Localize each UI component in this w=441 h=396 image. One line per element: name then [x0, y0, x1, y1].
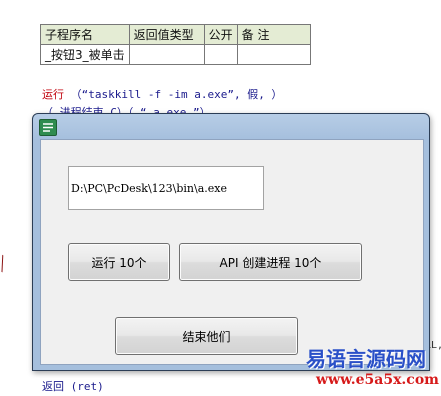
watermark-title: 易语言源码网: [306, 347, 426, 371]
code-args-run: （“taskkill -f -im a.exe”, 假, ）: [70, 88, 283, 101]
cell-note[interactable]: [236, 44, 311, 65]
path-input[interactable]: D:\PC\PcDesk\123\bin\a.exe: [68, 166, 264, 210]
col-header-note: 备 注: [236, 24, 311, 45]
table-row: _按钮3_被单击: [40, 44, 311, 65]
col-header-return-type: 返回值类型: [128, 24, 205, 45]
code-keyword-run: 运行: [42, 88, 64, 101]
col-header-public: 公开: [203, 24, 238, 45]
code-args-return: (ret): [70, 380, 104, 393]
code-line-run[interactable]: 运行 （“taskkill -f -im a.exe”, 假, ）: [42, 86, 282, 102]
code-keyword-return: 返回: [42, 380, 64, 393]
watermark-url: www.e5a5x.com: [316, 372, 439, 388]
cell-public[interactable]: [203, 44, 238, 65]
window-client-area: D:\PC\PcDesk\123\bin\a.exe 运行 10个 API 创建…: [40, 139, 424, 365]
cell-sub-name[interactable]: _按钮3_被单击: [40, 44, 130, 65]
subroutine-table: 子程序名 返回值类型 公开 备 注 _按钮3_被单击: [40, 24, 311, 65]
cell-return-type[interactable]: [128, 44, 205, 65]
breakpoint-marker-icon: ╲: [0, 255, 10, 273]
app-icon: [39, 119, 57, 136]
program-window: D:\PC\PcDesk\123\bin\a.exe 运行 10个 API 创建…: [32, 113, 430, 371]
end-them-button[interactable]: 结束他们: [115, 317, 298, 355]
api-create-process-button[interactable]: API 创建进程 10个: [179, 243, 362, 281]
col-header-name: 子程序名: [40, 24, 130, 45]
run-10-button[interactable]: 运行 10个: [68, 243, 170, 281]
table-header-row: 子程序名 返回值类型 公开 备 注: [40, 24, 311, 45]
code-line-return[interactable]: 返回 (ret): [42, 378, 104, 394]
